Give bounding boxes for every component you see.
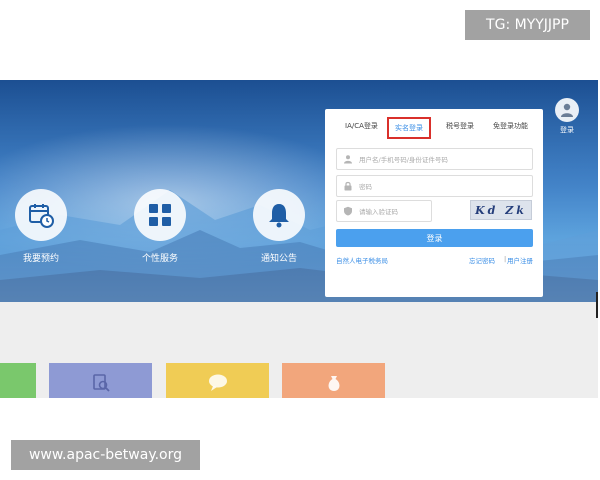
user-field-icon <box>337 154 359 164</box>
feature-personal-service[interactable]: 个性服务 <box>115 189 205 264</box>
username-field[interactable]: 用户名/手机号码/身份证件号码 <box>336 148 533 170</box>
lock-icon <box>337 181 359 191</box>
service-tile-green[interactable] <box>0 363 36 398</box>
service-tile-orange[interactable] <box>282 363 385 398</box>
grid-icon <box>149 204 171 226</box>
user-avatar <box>555 98 579 122</box>
shield-icon <box>337 206 359 216</box>
username-placeholder: 用户名/手机号码/身份证件号码 <box>359 156 448 164</box>
feature-appointment[interactable]: 我要预约 <box>0 189 86 264</box>
calendar-clock-icon <box>29 204 54 228</box>
feature-appointment-label: 我要预约 <box>22 254 59 264</box>
money-bag-icon <box>328 376 339 391</box>
tab-no-login-functions[interactable]: 免登录功能 <box>493 121 528 131</box>
service-tile-yellow[interactable] <box>166 363 269 398</box>
scrollbar-thumb[interactable] <box>596 292 598 318</box>
bell-icon <box>269 204 289 228</box>
login-button[interactable]: 登录 <box>336 229 533 247</box>
tab-real-name-login[interactable]: 实名登录 <box>387 117 431 139</box>
chat-bubble-icon <box>208 374 227 391</box>
document-search-icon <box>92 374 110 392</box>
browser-screenshot: 我要预约 个性服务 通知公告 登录 IA/CA登录 实名登录 税号登录 免登录功… <box>0 80 598 398</box>
user-login-corner[interactable]: 登录 <box>553 98 581 135</box>
captcha-field[interactable]: 请输入验证码 <box>336 200 432 222</box>
feature-appointment-circle <box>15 189 67 241</box>
hero-banner: 我要预约 个性服务 通知公告 登录 IA/CA登录 实名登录 税号登录 免登录功… <box>0 80 598 302</box>
feature-notice-circle <box>253 189 305 241</box>
watermark-bottom: www.apac-betway.org <box>11 440 200 470</box>
feature-personal-service-label: 个性服务 <box>141 254 178 264</box>
user-login-label: 登录 <box>560 126 574 134</box>
user-icon <box>561 103 573 117</box>
feature-notice-label: 通知公告 <box>260 254 297 264</box>
password-field[interactable]: 密码 <box>336 175 533 197</box>
login-tabs: IA/CA登录 实名登录 税号登录 免登录功能 <box>325 117 543 139</box>
tab-ia-ca-login[interactable]: IA/CA登录 <box>345 121 378 131</box>
link-separator: | <box>504 255 507 263</box>
service-tile-purple[interactable] <box>49 363 152 398</box>
feature-personal-service-circle <box>134 189 186 241</box>
password-placeholder: 密码 <box>359 183 372 191</box>
forgot-password-link[interactable]: 忘记密码 <box>469 255 495 265</box>
watermark-top: TG: MYYJJPP <box>465 10 590 40</box>
login-panel: IA/CA登录 实名登录 税号登录 免登录功能 用户名/手机号码/身份证件号码 <box>325 109 543 297</box>
user-register-link[interactable]: 用户注册 <box>507 255 533 265</box>
tab-tax-id-login[interactable]: 税号登录 <box>446 121 474 131</box>
natural-person-tax-link[interactable]: 自然人电子税务局 <box>336 255 388 265</box>
feature-notice[interactable]: 通知公告 <box>234 189 324 264</box>
captcha-placeholder: 请输入验证码 <box>359 208 398 216</box>
captcha-image[interactable]: Kd Zk <box>470 200 532 220</box>
